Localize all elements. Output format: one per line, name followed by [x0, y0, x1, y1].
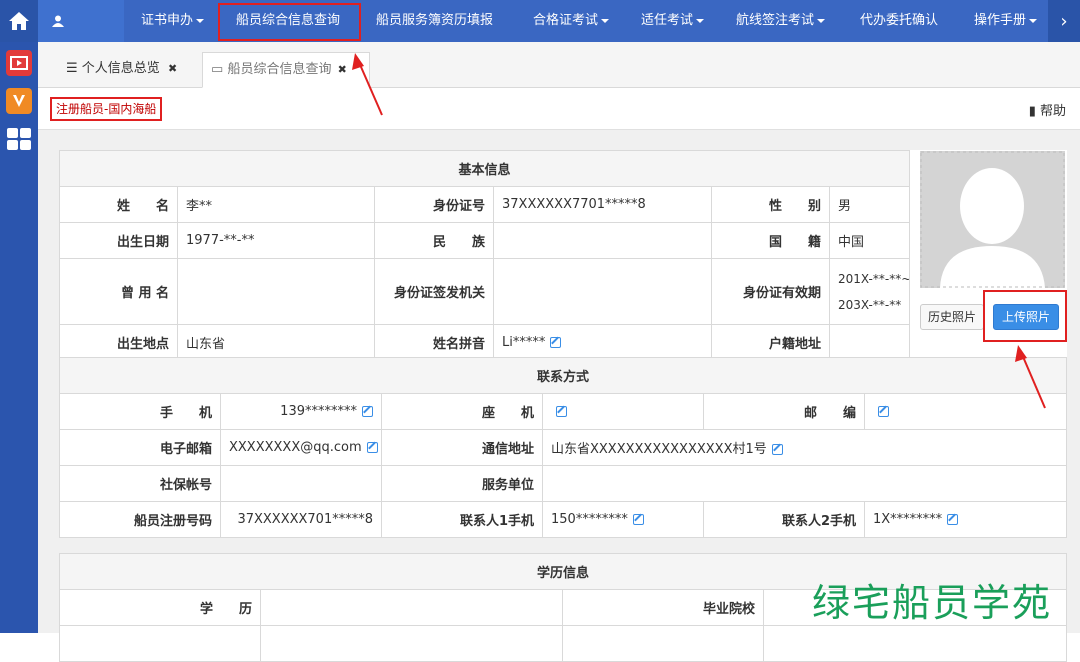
grid-icon[interactable]	[6, 126, 32, 152]
book-icon: ▮	[1028, 104, 1036, 119]
edit-icon[interactable]	[550, 337, 562, 348]
address-label: 通信地址	[381, 429, 543, 466]
help-link[interactable]: ▮ 帮助	[1029, 100, 1066, 119]
annotation-box-upload	[983, 290, 1067, 342]
top-navbar: 证书申办 船员综合信息查询 船员服务簿资历填报 合格证考试 适任考试 航线签注考…	[0, 0, 1080, 42]
video-icon[interactable]	[6, 50, 32, 76]
tab-personal-overview[interactable]: ☰ 个人信息总览 ✖	[58, 52, 196, 88]
contact1-mobile-value: 150********	[542, 501, 704, 538]
birth-date-value: 1977-**-**	[177, 222, 375, 259]
nationality-label: 国 籍	[711, 222, 830, 259]
sub-toolbar: 注册船员-国内海船 ▮ 帮助	[38, 88, 1080, 130]
edit-icon[interactable]	[632, 514, 644, 525]
name-label: 姓 名	[59, 186, 178, 223]
sex-label: 性 别	[711, 186, 830, 223]
nav-item-route-endorsement[interactable]: 航线签注考试	[736, 0, 826, 42]
edit-icon[interactable]	[556, 406, 567, 417]
contact1-mobile-label: 联系人1手机	[381, 501, 543, 538]
id-number-value: 37XXXXXX7701*****8	[493, 186, 712, 223]
list-icon: ☰	[66, 61, 78, 76]
address-value: 山东省XXXXXXXXXXXXXXXX村1号	[541, 429, 1068, 466]
contact-info-table: 联系方式 手 机 139******** 座 机 邮 编 电子邮箱 XXXXXX…	[58, 357, 1068, 538]
nav-item-manual[interactable]: 操作手册	[974, 0, 1038, 42]
edit-icon[interactable]	[771, 444, 783, 455]
card-icon: ▭	[211, 62, 224, 77]
edit-icon[interactable]	[362, 406, 373, 417]
tab-bar: ☰ 个人信息总览 ✖ ▭ 船员综合信息查询 ✖	[38, 42, 1080, 88]
edit-icon[interactable]	[947, 514, 959, 525]
nav-item-service-record[interactable]: 船员服务簿资历填报	[376, 0, 493, 42]
contact2-mobile-label: 联系人2手机	[703, 501, 865, 538]
email-label: 电子邮箱	[59, 429, 221, 466]
ethnic-value	[493, 222, 712, 259]
home-icon[interactable]	[0, 0, 38, 42]
school-label: 毕业院校	[562, 589, 764, 626]
email-value: XXXXXXXX@qq.com	[220, 429, 382, 466]
profile-photo	[920, 151, 1065, 288]
annotation-box-nav	[218, 3, 361, 41]
birth-date-label: 出生日期	[59, 222, 178, 259]
pinyin-value: Li*****	[493, 324, 712, 361]
id-issuer-value	[493, 258, 712, 325]
employer-value	[541, 465, 1068, 502]
hukou-label: 户籍地址	[711, 324, 830, 361]
crew-type-badge: 注册船员-国内海船	[50, 97, 163, 121]
caret-down-icon	[196, 18, 205, 23]
nav-item-certificate[interactable]: 证书申办	[141, 0, 205, 42]
caret-down-icon	[1029, 18, 1038, 23]
sex-value: 男	[828, 186, 911, 223]
social-account-value	[220, 465, 382, 502]
section-title-basic: 基本信息	[58, 150, 911, 187]
hukou-value	[828, 324, 911, 361]
landline-label: 座 机	[381, 393, 543, 430]
mobile-value: 139********	[220, 393, 382, 430]
pinyin-label: 姓名拼音	[374, 324, 494, 361]
degree-value	[260, 589, 563, 626]
tab-crew-info-query[interactable]: ▭ 船员综合信息查询 ✖	[202, 52, 370, 88]
caret-down-icon	[601, 18, 610, 23]
zip-label: 邮 编	[703, 393, 865, 430]
registration-number-value: 37XXXXXX701*****8	[220, 501, 382, 538]
id-validity-value: 201X-**-**~ 203X-**-**	[828, 258, 911, 325]
caret-down-icon	[817, 18, 826, 23]
nav-item-competency-exam[interactable]: 适任考试	[641, 0, 705, 42]
degree-label: 学 历	[59, 589, 261, 626]
user-menu[interactable]	[38, 0, 124, 42]
social-account-label: 社保帐号	[59, 465, 221, 502]
nav-item-qualification-exam[interactable]: 合格证考试	[533, 0, 610, 42]
user-icon	[52, 15, 64, 27]
edit-icon[interactable]	[878, 406, 889, 417]
former-name-label: 曾 用 名	[59, 258, 178, 325]
zip-value	[863, 393, 1068, 430]
registration-number-label: 船员注册号码	[59, 501, 221, 538]
former-name-value	[177, 258, 375, 325]
nav-item-proxy-confirm[interactable]: 代办委托确认	[860, 0, 938, 42]
tab-close-icon[interactable]: ✖	[168, 62, 177, 75]
watermark-logo: 绿宅船员学苑	[812, 581, 1053, 625]
id-validity-label: 身份证有效期	[711, 258, 830, 325]
caret-down-icon	[696, 18, 705, 23]
name-value: 李**	[177, 186, 375, 223]
nationality-value: 中国	[828, 222, 911, 259]
id-issuer-label: 身份证签发机关	[374, 258, 494, 325]
ethnic-label: 民 族	[374, 222, 494, 259]
basic-info-table: 基本信息 姓 名 李** 身份证号 37XXXXXX7701*****8 性 别…	[58, 150, 1067, 361]
employer-label: 服务单位	[381, 465, 543, 502]
history-photo-button[interactable]: 历史照片	[920, 304, 984, 330]
nav-next-icon[interactable]: ›	[1048, 0, 1080, 42]
contact2-mobile-value: 1X********	[863, 501, 1068, 538]
main-content: 基本信息 姓 名 李** 身份证号 37XXXXXX7701*****8 性 别…	[38, 130, 1080, 662]
birthplace-label: 出生地点	[59, 324, 178, 361]
birthplace-value: 山东省	[177, 324, 375, 361]
section-title-contact: 联系方式	[58, 357, 1068, 394]
app-v-icon[interactable]	[6, 88, 32, 114]
edit-icon[interactable]	[366, 442, 378, 453]
id-number-label: 身份证号	[374, 186, 494, 223]
avatar-silhouette-icon	[920, 151, 1065, 288]
sidebar	[0, 42, 38, 633]
mobile-label: 手 机	[59, 393, 221, 430]
landline-value	[542, 393, 704, 430]
tab-close-icon[interactable]: ✖	[338, 63, 347, 76]
